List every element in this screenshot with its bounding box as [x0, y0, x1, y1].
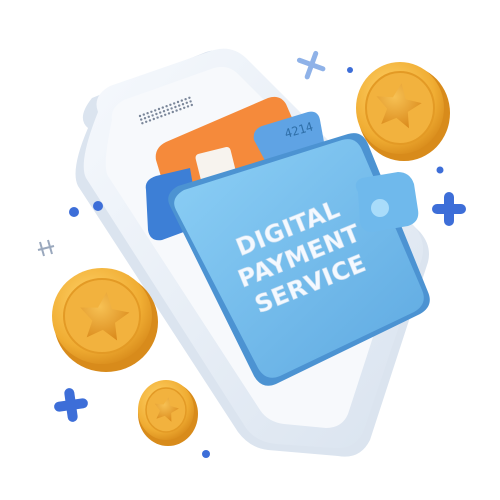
wallet-clasp-button — [371, 199, 389, 217]
dot-icon — [69, 207, 79, 217]
coin-star-icon — [138, 380, 198, 446]
plus-sparkle-icon — [432, 192, 466, 226]
plus-sparkle-icon — [54, 388, 88, 422]
coin-star-icon — [356, 62, 450, 161]
digital-payment-illustration: 4214 DIGITAL PAYMENT SERVICE — [37, 48, 466, 458]
dot-icon — [202, 450, 210, 458]
dot-icon — [436, 166, 444, 174]
dot-icon — [347, 67, 353, 73]
plus-sparkle-icon — [37, 239, 55, 257]
plus-sparkle-icon — [296, 50, 326, 80]
dot-icon — [93, 201, 103, 211]
